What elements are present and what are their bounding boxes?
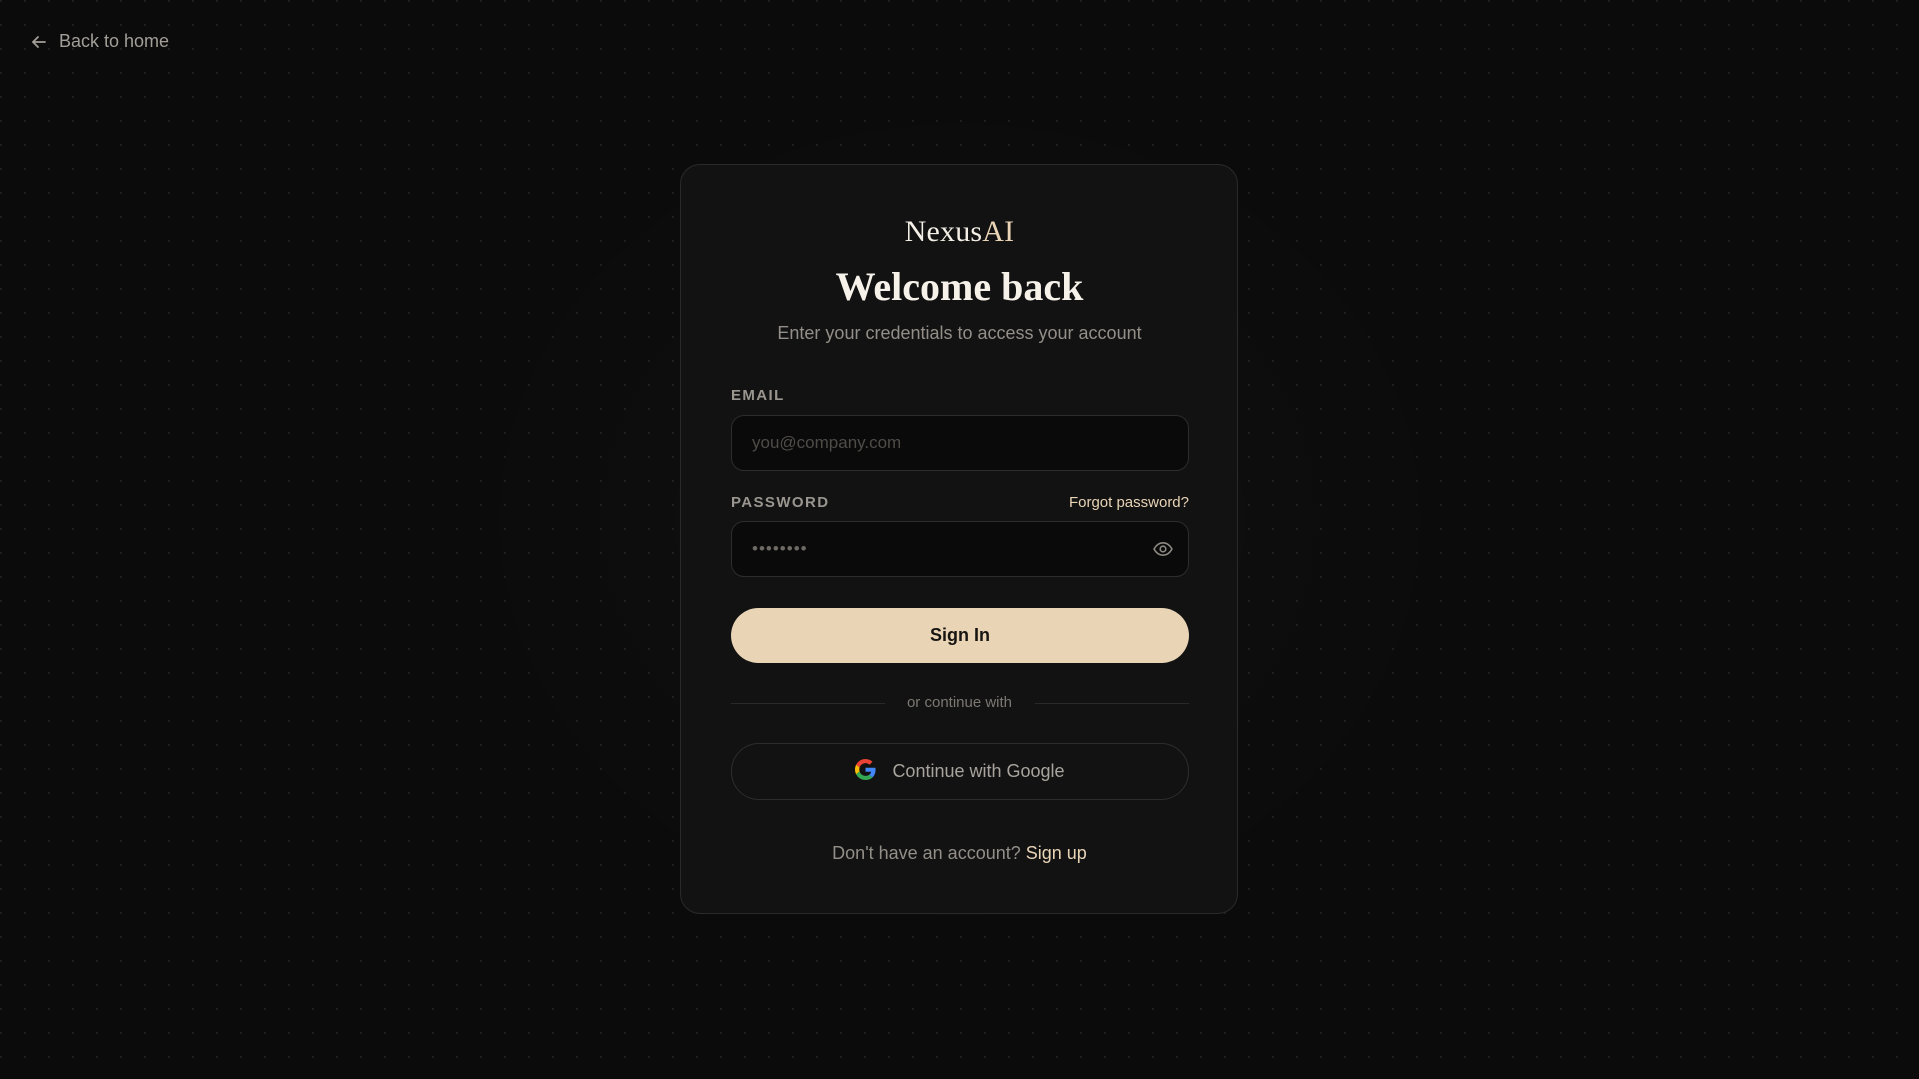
- continue-with-google-button[interactable]: Continue with Google: [731, 743, 1189, 800]
- arrow-left-icon: [30, 33, 48, 51]
- google-logo-icon: [855, 758, 876, 785]
- divider-label: or continue with: [906, 694, 1013, 711]
- page-subtitle: Enter your credentials to access your ac…: [777, 323, 1142, 343]
- signup-prompt-row: Don't have an account? Sign up: [0, 843, 1919, 864]
- forgot-password-link[interactable]: Forgot password?: [1069, 494, 1189, 511]
- sign-up-link[interactable]: Sign up: [1026, 843, 1087, 863]
- email-field-wrapper: [731, 415, 1189, 471]
- brand-name: Nexus: [904, 215, 983, 248]
- sign-in-button[interactable]: Sign In: [731, 608, 1189, 663]
- brand-logo: NexusAI: [0, 215, 1919, 249]
- signup-prompt-text: Don't have an account?: [832, 843, 1021, 863]
- password-label: PASSWORD: [731, 494, 830, 511]
- continue-with-google-label: Continue with Google: [892, 761, 1065, 781]
- eye-icon[interactable]: [1152, 538, 1174, 560]
- password-field-wrapper: [731, 521, 1189, 577]
- back-to-home-label: Back to home: [59, 31, 170, 51]
- email-field[interactable]: [732, 416, 1188, 470]
- email-label: EMAIL: [731, 387, 785, 404]
- back-to-home-link[interactable]: Back to home: [30, 31, 169, 52]
- password-field[interactable]: [732, 522, 1188, 576]
- page-title: Welcome back: [835, 264, 1084, 309]
- brand-name-accent: AI: [982, 215, 1015, 248]
- divider-line-right: [1035, 703, 1189, 704]
